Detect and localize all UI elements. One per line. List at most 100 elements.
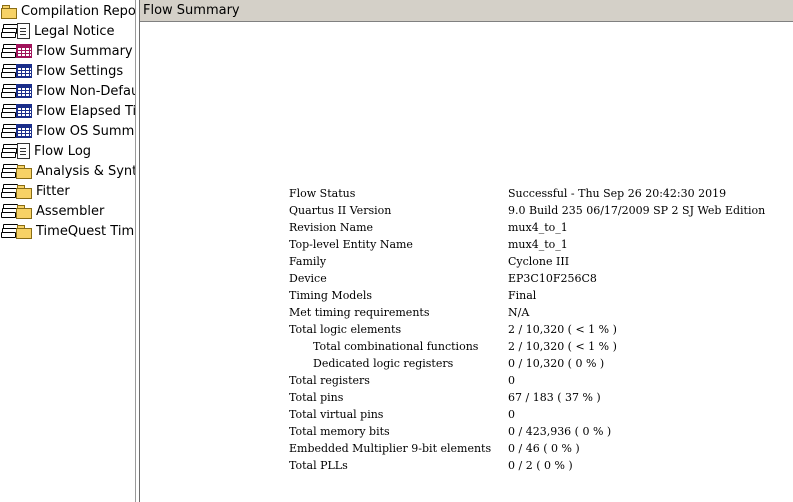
table-row: Dedicated logic registers 0 / 10,320 ( 0 … — [289, 357, 793, 374]
report-stack-icon — [0, 203, 18, 219]
table-row: Revision Name mux4_to_1 — [289, 221, 793, 238]
row-key: Total combinational functions — [313, 340, 479, 353]
row-key: Total registers — [289, 374, 370, 387]
tree-item-label: Flow OS Summary — [36, 123, 135, 139]
row-value: mux4_to_1 — [508, 238, 568, 251]
tree-item-assembler[interactable]: Assembler — [0, 201, 135, 221]
tree-item-label: Fitter — [36, 183, 70, 199]
table-row: Total combinational functions 2 / 10,320 … — [289, 340, 793, 357]
tree-item-flow-summary[interactable]: Flow Summary — [0, 41, 135, 61]
row-key: Total PLLs — [289, 459, 348, 472]
folder-icon — [16, 204, 32, 219]
tree-item-fitter[interactable]: Fitter — [0, 181, 135, 201]
row-key: Timing Models — [289, 289, 373, 302]
tree-item-compilation-report[interactable]: Compilation Report — [0, 1, 136, 21]
row-key: Quartus II Version — [289, 204, 392, 217]
row-value: Final — [508, 289, 537, 302]
row-key: Revision Name — [289, 221, 374, 234]
tree-item-label: Flow Elapsed Time — [36, 103, 136, 119]
table-icon — [16, 124, 32, 138]
table-row: Top-level Entity Name mux4_to_1 — [289, 238, 793, 255]
report-stack-icon — [0, 163, 18, 179]
row-value: mux4_to_1 — [508, 221, 568, 234]
tree-item-legal-notice[interactable]: Legal Notice — [0, 21, 135, 41]
tree-item-label: Compilation Report — [21, 3, 136, 19]
table-icon — [16, 64, 32, 78]
panel-title: Flow Summary — [140, 0, 793, 22]
table-row: Flow Status Successful - Thu Sep 26 20:42… — [289, 187, 793, 204]
tree-item-timequest[interactable]: TimeQuest Timing Analyzer — [0, 221, 135, 241]
row-value: 67 / 183 ( 37 % ) — [508, 391, 601, 404]
report-stack-icon — [0, 183, 18, 199]
row-value: 0 / 10,320 ( 0 % ) — [508, 357, 605, 370]
tree-item-flow-elapsed-time[interactable]: Flow Elapsed Time — [0, 101, 136, 121]
row-value: 0 — [508, 408, 515, 421]
tree-item-flow-os-summary[interactable]: Flow OS Summary — [0, 121, 135, 141]
document-icon — [17, 143, 30, 159]
folder-icon — [16, 164, 32, 179]
row-value: Successful - Thu Sep 26 20:42:30 2019 — [508, 187, 727, 200]
report-stack-icon — [0, 23, 18, 39]
tree-item-flow-log[interactable]: Flow Log — [0, 141, 135, 161]
row-value: 0 / 46 ( 0 % ) — [508, 442, 580, 455]
report-stack-icon — [0, 223, 18, 239]
report-stack-icon — [0, 63, 18, 79]
table-icon — [16, 84, 32, 98]
report-stack-icon — [0, 143, 18, 159]
row-key: Total pins — [289, 391, 344, 404]
row-value: 2 / 10,320 ( < 1 % ) — [508, 340, 617, 353]
row-key: Device — [289, 272, 327, 285]
tree-item-label: Flow Log — [34, 143, 92, 159]
table-icon — [16, 44, 32, 58]
tree-item-label: TimeQuest Timing Analyzer — [36, 223, 135, 239]
row-value: 2 / 10,320 ( < 1 % ) — [508, 323, 617, 336]
row-key: Top-level Entity Name — [289, 238, 413, 251]
report-tree: Compilation Report Legal Notice Flow Sum… — [0, 0, 136, 502]
table-row: Total logic elements 2 / 10,320 ( < 1 % ) — [289, 323, 793, 340]
row-value: 0 — [508, 374, 515, 387]
tree-item-flow-non-default[interactable]: Flow Non-Default — [0, 81, 135, 101]
folder-icon — [16, 224, 32, 239]
folder-icon — [1, 4, 17, 19]
table-row: Family Cyclone III — [289, 255, 793, 272]
tree-item-label: Flow Settings — [36, 63, 124, 79]
table-row: Met timing requirements N/A — [289, 306, 793, 323]
report-stack-icon — [0, 83, 18, 99]
row-key: Total memory bits — [289, 425, 390, 438]
table-row: Total PLLs 0 / 2 ( 0 % ) — [289, 459, 793, 476]
tree-item-analysis-synthesis[interactable]: Analysis & Synthesis — [0, 161, 136, 181]
table-icon — [16, 104, 32, 118]
table-row: Total registers 0 — [289, 374, 793, 391]
row-value: Cyclone III — [508, 255, 570, 268]
row-value: 0 / 423,936 ( 0 % ) — [508, 425, 612, 438]
row-key: Embedded Multiplier 9-bit elements — [289, 442, 492, 455]
row-key: Met timing requirements — [289, 306, 430, 319]
tree-item-label: Flow Summary — [36, 43, 133, 59]
table-row: Timing Models Final — [289, 289, 793, 306]
row-key: Total virtual pins — [289, 408, 384, 421]
tree-item-label: Legal Notice — [34, 23, 115, 39]
row-value: 0 / 2 ( 0 % ) — [508, 459, 573, 472]
table-row: Embedded Multiplier 9-bit elements 0 / 46… — [289, 442, 793, 459]
row-key: Dedicated logic registers — [313, 357, 454, 370]
table-row: Device EP3C10F256C8 — [289, 272, 793, 289]
row-value: EP3C10F256C8 — [508, 272, 597, 285]
row-key: Total logic elements — [289, 323, 402, 336]
tree-item-label: Assembler — [36, 203, 105, 219]
row-value: 9.0 Build 235 06/17/2009 SP 2 SJ Web Edi… — [508, 204, 766, 217]
tree-item-label: Analysis & Synthesis — [36, 163, 136, 179]
row-key: Flow Status — [289, 187, 356, 200]
report-panel: Flow Summary Flow Status Successful - Thu… — [139, 0, 793, 502]
table-row: Total memory bits 0 / 423,936 ( 0 % ) — [289, 425, 793, 442]
row-key: Family — [289, 255, 327, 268]
tree-item-flow-settings[interactable]: Flow Settings — [0, 61, 135, 81]
report-stack-icon — [0, 43, 18, 59]
tree-item-label: Flow Non-Default — [36, 83, 135, 99]
table-row: Quartus II Version 9.0 Build 235 06/17/20… — [289, 204, 793, 221]
document-icon — [17, 23, 30, 39]
report-stack-icon — [0, 123, 18, 139]
table-row: Total virtual pins 0 — [289, 408, 793, 425]
folder-icon — [16, 184, 32, 199]
table-row: Total pins 67 / 183 ( 37 % ) — [289, 391, 793, 408]
row-value: N/A — [508, 306, 530, 319]
